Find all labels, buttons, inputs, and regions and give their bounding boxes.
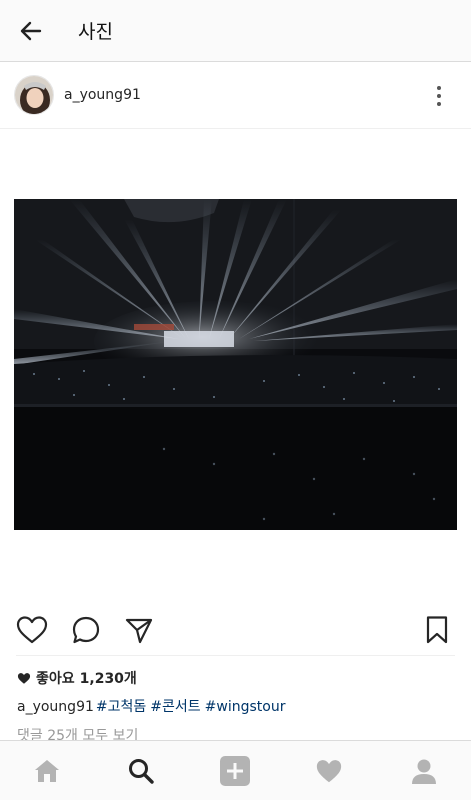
more-vertical-icon [437,86,441,90]
action-divider [16,655,455,656]
post-action-bar [0,606,471,652]
post-header: a_young91 [0,63,471,129]
nav-add-post-button[interactable] [219,755,251,787]
comment-bubble-icon [72,616,100,644]
caption-username[interactable]: a_young91 [17,699,94,715]
more-dot [437,102,441,106]
comment-button[interactable] [68,612,104,648]
post-caption: a_young91 #고척돔 #콘서트 #wingstour [17,696,285,716]
caption-hashtags: #고척돔 #콘서트 #wingstour [96,699,286,715]
likes-row[interactable]: 좋아요 1,230개 [17,668,137,688]
back-button[interactable] [14,14,48,48]
likes-label: 좋아요 [36,671,75,687]
nav-activity-button[interactable] [313,755,345,787]
add-post-icon [220,756,250,786]
post-username[interactable]: a_young91 [64,87,141,103]
hashtag[interactable]: #콘서트 [150,699,200,715]
concert-arena-photo [14,199,457,530]
like-button[interactable] [14,612,50,648]
likes-count: 1,230개 [79,671,137,687]
nav-search-button[interactable] [125,755,157,787]
top-app-bar: 사진 [0,0,471,62]
hashtag[interactable]: #wingstour [205,699,286,715]
activity-heart-icon [316,760,342,783]
send-paper-plane-icon [125,618,153,644]
hashtag[interactable]: #고척돔 [96,699,146,715]
avatar[interactable] [14,75,54,115]
heart-outline-icon [16,616,48,644]
arrow-left-icon [20,21,42,41]
more-dot [437,94,441,98]
save-button[interactable] [419,612,455,648]
bookmark-icon [426,616,448,644]
home-icon [35,760,59,782]
bottom-navigation [0,740,471,800]
share-button[interactable] [121,612,157,648]
profile-icon [412,759,436,784]
nav-profile-button[interactable] [408,755,440,787]
more-options-button[interactable] [426,83,452,109]
avatar-image [15,76,53,114]
heart-filled-icon [17,672,31,684]
nav-home-button[interactable] [31,755,63,787]
page-title: 사진 [78,21,113,43]
post-photo[interactable] [14,199,457,530]
search-icon [129,759,154,784]
